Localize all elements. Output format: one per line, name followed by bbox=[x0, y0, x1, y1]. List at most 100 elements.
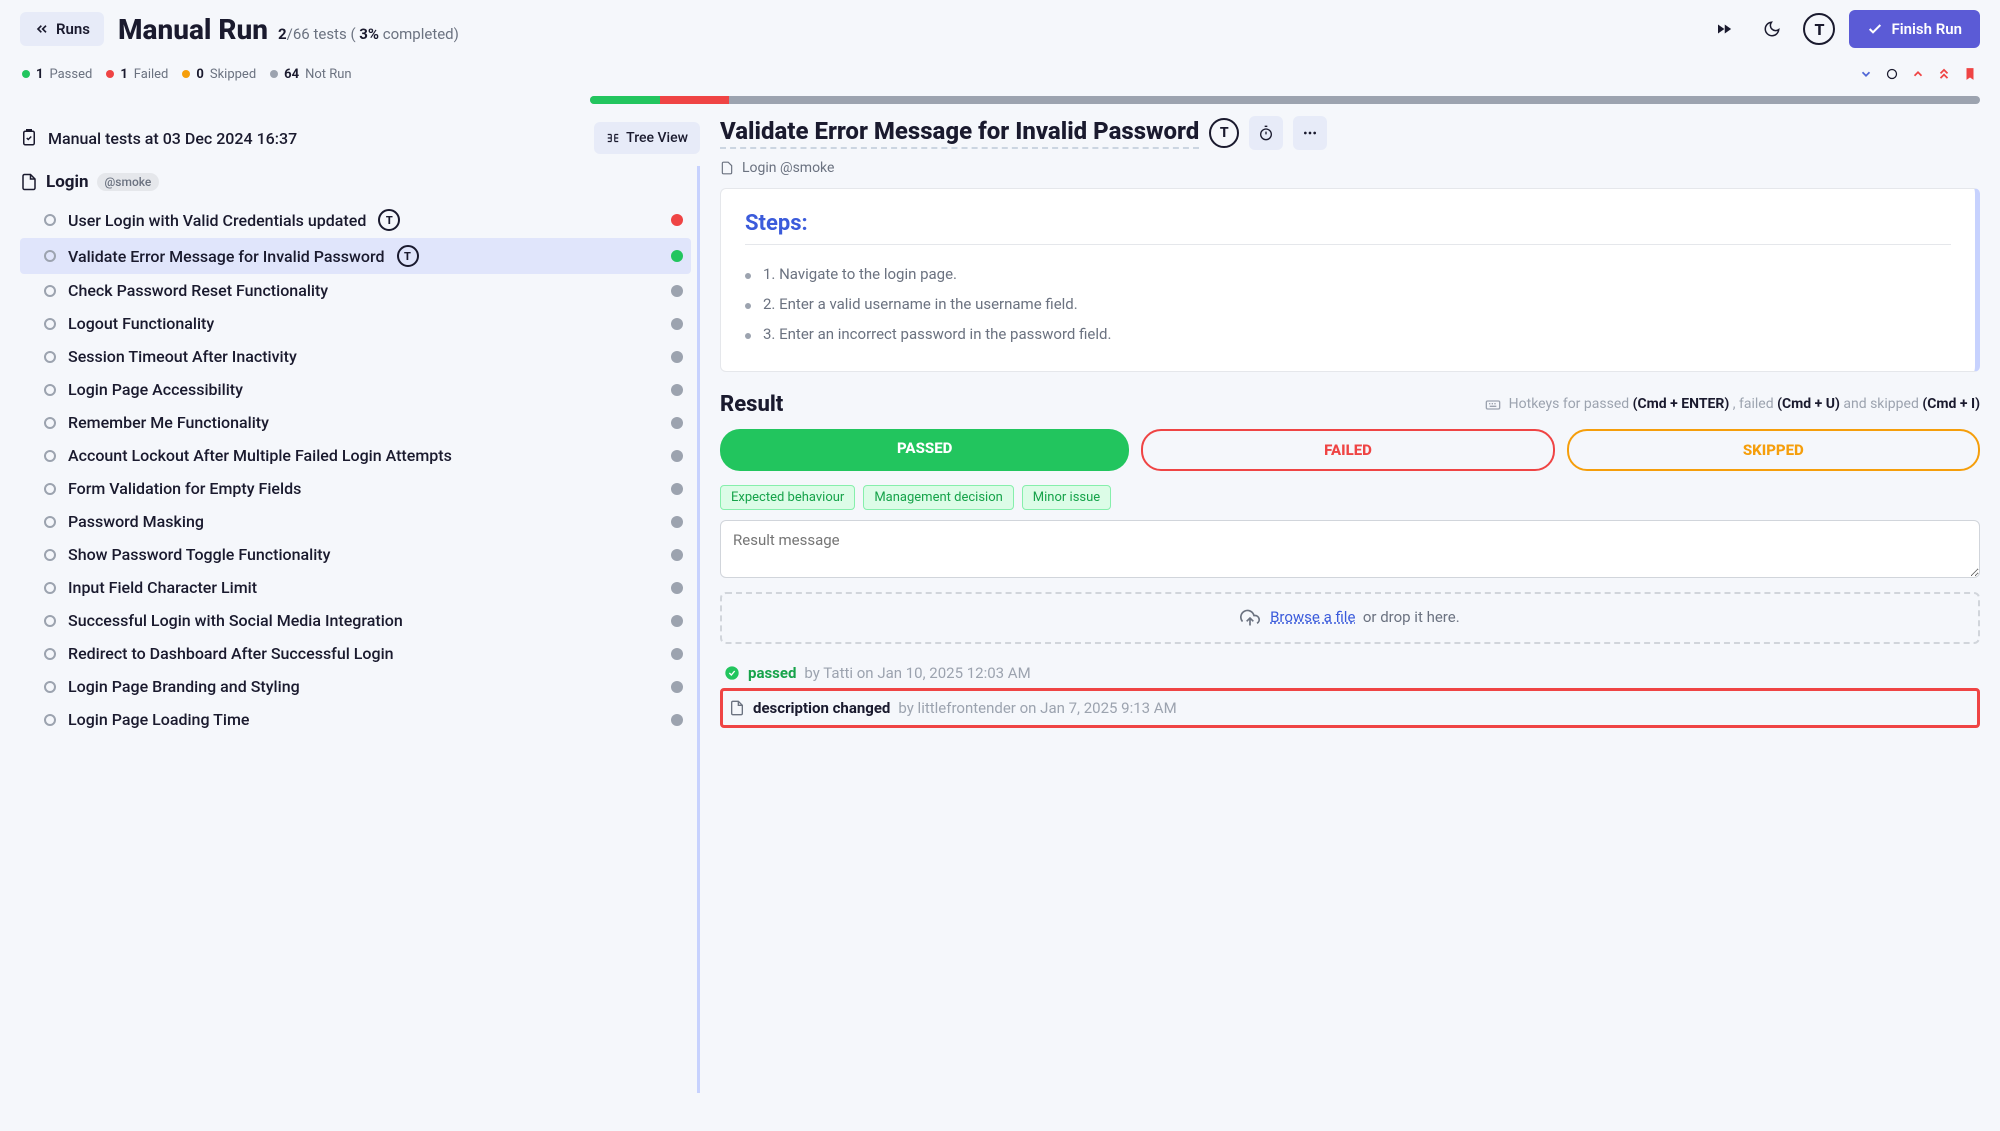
tests-list: Login @smoke User Login with Valid Crede… bbox=[20, 166, 700, 1093]
summary-stats: 1 Passed 1 Failed 0 Skipped 64 Not Run bbox=[0, 58, 2000, 92]
test-name-label: Remember Me Functionality bbox=[68, 413, 269, 432]
chevron-up-icon[interactable] bbox=[1910, 66, 1926, 82]
reason-chip[interactable]: Minor issue bbox=[1022, 485, 1111, 510]
fast-forward-icon bbox=[1715, 20, 1733, 38]
radio-icon bbox=[44, 318, 56, 330]
group-tag: @smoke bbox=[97, 173, 160, 191]
app-logo-tiny-icon: T bbox=[378, 209, 400, 231]
history-keyword: passed bbox=[748, 664, 796, 682]
chevron-down-icon[interactable] bbox=[1858, 66, 1874, 82]
timer-button[interactable] bbox=[1755, 12, 1789, 46]
test-row[interactable]: Logout Functionality bbox=[20, 307, 691, 340]
stat-failed: 1 Failed bbox=[106, 67, 168, 82]
test-row[interactable]: Check Password Reset Functionality bbox=[20, 274, 691, 307]
page-title: Manual Run bbox=[118, 13, 268, 46]
group-header: Login @smoke bbox=[20, 166, 691, 202]
top-header: Runs Manual Run 2/66 tests ( 3% complete… bbox=[0, 0, 2000, 58]
test-row[interactable]: Input Field Character Limit bbox=[20, 571, 691, 604]
radio-icon bbox=[44, 681, 56, 693]
result-heading: Result bbox=[720, 392, 783, 417]
passed-button[interactable]: PASSED bbox=[720, 429, 1129, 471]
test-row[interactable]: Show Password Toggle Functionality bbox=[20, 538, 691, 571]
step-item: 1. Navigate to the login page. bbox=[745, 259, 1951, 289]
test-row[interactable]: Session Timeout After Inactivity bbox=[20, 340, 691, 373]
file-icon bbox=[20, 173, 38, 191]
check-circle-icon bbox=[724, 665, 740, 681]
radio-icon bbox=[44, 417, 56, 429]
app-logo-small-icon[interactable]: T bbox=[1209, 118, 1239, 148]
breadcrumb: Login @smoke bbox=[720, 156, 1980, 188]
test-row[interactable]: Successful Login with Social Media Integ… bbox=[20, 604, 691, 637]
test-row[interactable]: Form Validation for Empty Fields bbox=[20, 472, 691, 505]
test-name-label: Successful Login with Social Media Integ… bbox=[68, 611, 403, 630]
test-name-label: Check Password Reset Functionality bbox=[68, 281, 328, 300]
app-logo-tiny-icon: T bbox=[397, 245, 419, 267]
bookmark-icon[interactable] bbox=[1962, 66, 1978, 82]
test-row[interactable]: Account Lockout After Multiple Failed Lo… bbox=[20, 439, 691, 472]
test-name-label: Input Field Character Limit bbox=[68, 578, 257, 597]
radio-icon bbox=[44, 714, 56, 726]
detail-title[interactable]: Validate Error Message for Invalid Passw… bbox=[720, 117, 1199, 149]
history-keyword: description changed bbox=[753, 699, 890, 717]
tree-view-button[interactable]: Tree View bbox=[594, 122, 700, 154]
reason-chip[interactable]: Expected behaviour bbox=[720, 485, 855, 510]
fast-forward-button[interactable] bbox=[1707, 12, 1741, 46]
test-row[interactable]: Login Page Loading Time bbox=[20, 703, 691, 736]
status-dot-icon bbox=[671, 714, 683, 726]
status-dot-icon bbox=[671, 648, 683, 660]
test-name-label: Session Timeout After Inactivity bbox=[68, 347, 297, 366]
step-item: 3. Enter an incorrect password in the pa… bbox=[745, 319, 1951, 349]
step-item: 2. Enter a valid username in the usernam… bbox=[745, 289, 1951, 319]
stat-skipped: 0 Skipped bbox=[182, 67, 256, 82]
test-row[interactable]: Remember Me Functionality bbox=[20, 406, 691, 439]
stopwatch-icon bbox=[1258, 125, 1274, 141]
stopwatch-button[interactable] bbox=[1249, 116, 1283, 150]
test-row[interactable]: User Login with Valid Credentials update… bbox=[20, 202, 691, 238]
radio-icon bbox=[44, 450, 56, 462]
status-dot-icon bbox=[671, 214, 683, 226]
hotkeys-hint: Hotkeys for passed (Cmd + ENTER) , faile… bbox=[1485, 396, 1980, 412]
radio-icon bbox=[44, 483, 56, 495]
history-meta: by littlefrontender on Jan 7, 2025 9:13 … bbox=[898, 699, 1176, 717]
reason-chip[interactable]: Management decision bbox=[863, 485, 1013, 510]
test-name-label: Validate Error Message for Invalid Passw… bbox=[68, 247, 385, 266]
test-name-label: Account Lockout After Multiple Failed Lo… bbox=[68, 446, 452, 465]
clipboard-icon bbox=[20, 129, 38, 147]
test-row[interactable]: Redirect to Dashboard After Successful L… bbox=[20, 637, 691, 670]
test-name-label: Redirect to Dashboard After Successful L… bbox=[68, 644, 394, 663]
file-dropzone[interactable]: Browse a file or drop it here. bbox=[720, 592, 1980, 644]
file-small-icon bbox=[720, 161, 734, 175]
stat-notrun: 64 Not Run bbox=[270, 67, 351, 82]
group-name: Login bbox=[46, 172, 89, 192]
radio-icon bbox=[44, 384, 56, 396]
tree-icon bbox=[606, 131, 620, 145]
steps-heading: Steps: bbox=[745, 211, 1951, 245]
test-name-label: Login Page Accessibility bbox=[68, 380, 243, 399]
keyboard-icon bbox=[1485, 397, 1501, 413]
browse-file-link[interactable]: Browse a file bbox=[1270, 608, 1355, 626]
radio-icon bbox=[44, 615, 56, 627]
chevron-up-double-icon[interactable] bbox=[1936, 66, 1952, 82]
test-row[interactable]: Password Masking bbox=[20, 505, 691, 538]
status-dot-icon bbox=[671, 384, 683, 396]
runs-back-button[interactable]: Runs bbox=[20, 12, 104, 46]
failed-button[interactable]: FAILED bbox=[1141, 429, 1554, 471]
radio-icon bbox=[44, 582, 56, 594]
status-dot-icon bbox=[671, 351, 683, 363]
document-icon bbox=[729, 700, 745, 716]
test-row[interactable]: Login Page Branding and Styling bbox=[20, 670, 691, 703]
finish-run-button[interactable]: Finish Run bbox=[1849, 10, 1980, 48]
dots-icon bbox=[1302, 125, 1318, 141]
more-button[interactable] bbox=[1293, 116, 1327, 150]
app-logo-icon[interactable]: T bbox=[1803, 13, 1835, 45]
test-row[interactable]: Validate Error Message for Invalid Passw… bbox=[20, 238, 691, 274]
status-dot-icon bbox=[671, 549, 683, 561]
skipped-button[interactable]: SKIPPED bbox=[1567, 429, 1980, 471]
result-message-input[interactable] bbox=[720, 520, 1980, 578]
test-name-label: User Login with Valid Credentials update… bbox=[68, 211, 366, 230]
circle-nav-icon[interactable] bbox=[1884, 66, 1900, 82]
status-dot-icon bbox=[671, 615, 683, 627]
global-progress-bar bbox=[590, 96, 1980, 104]
tree-view-label: Tree View bbox=[626, 130, 688, 146]
test-row[interactable]: Login Page Accessibility bbox=[20, 373, 691, 406]
